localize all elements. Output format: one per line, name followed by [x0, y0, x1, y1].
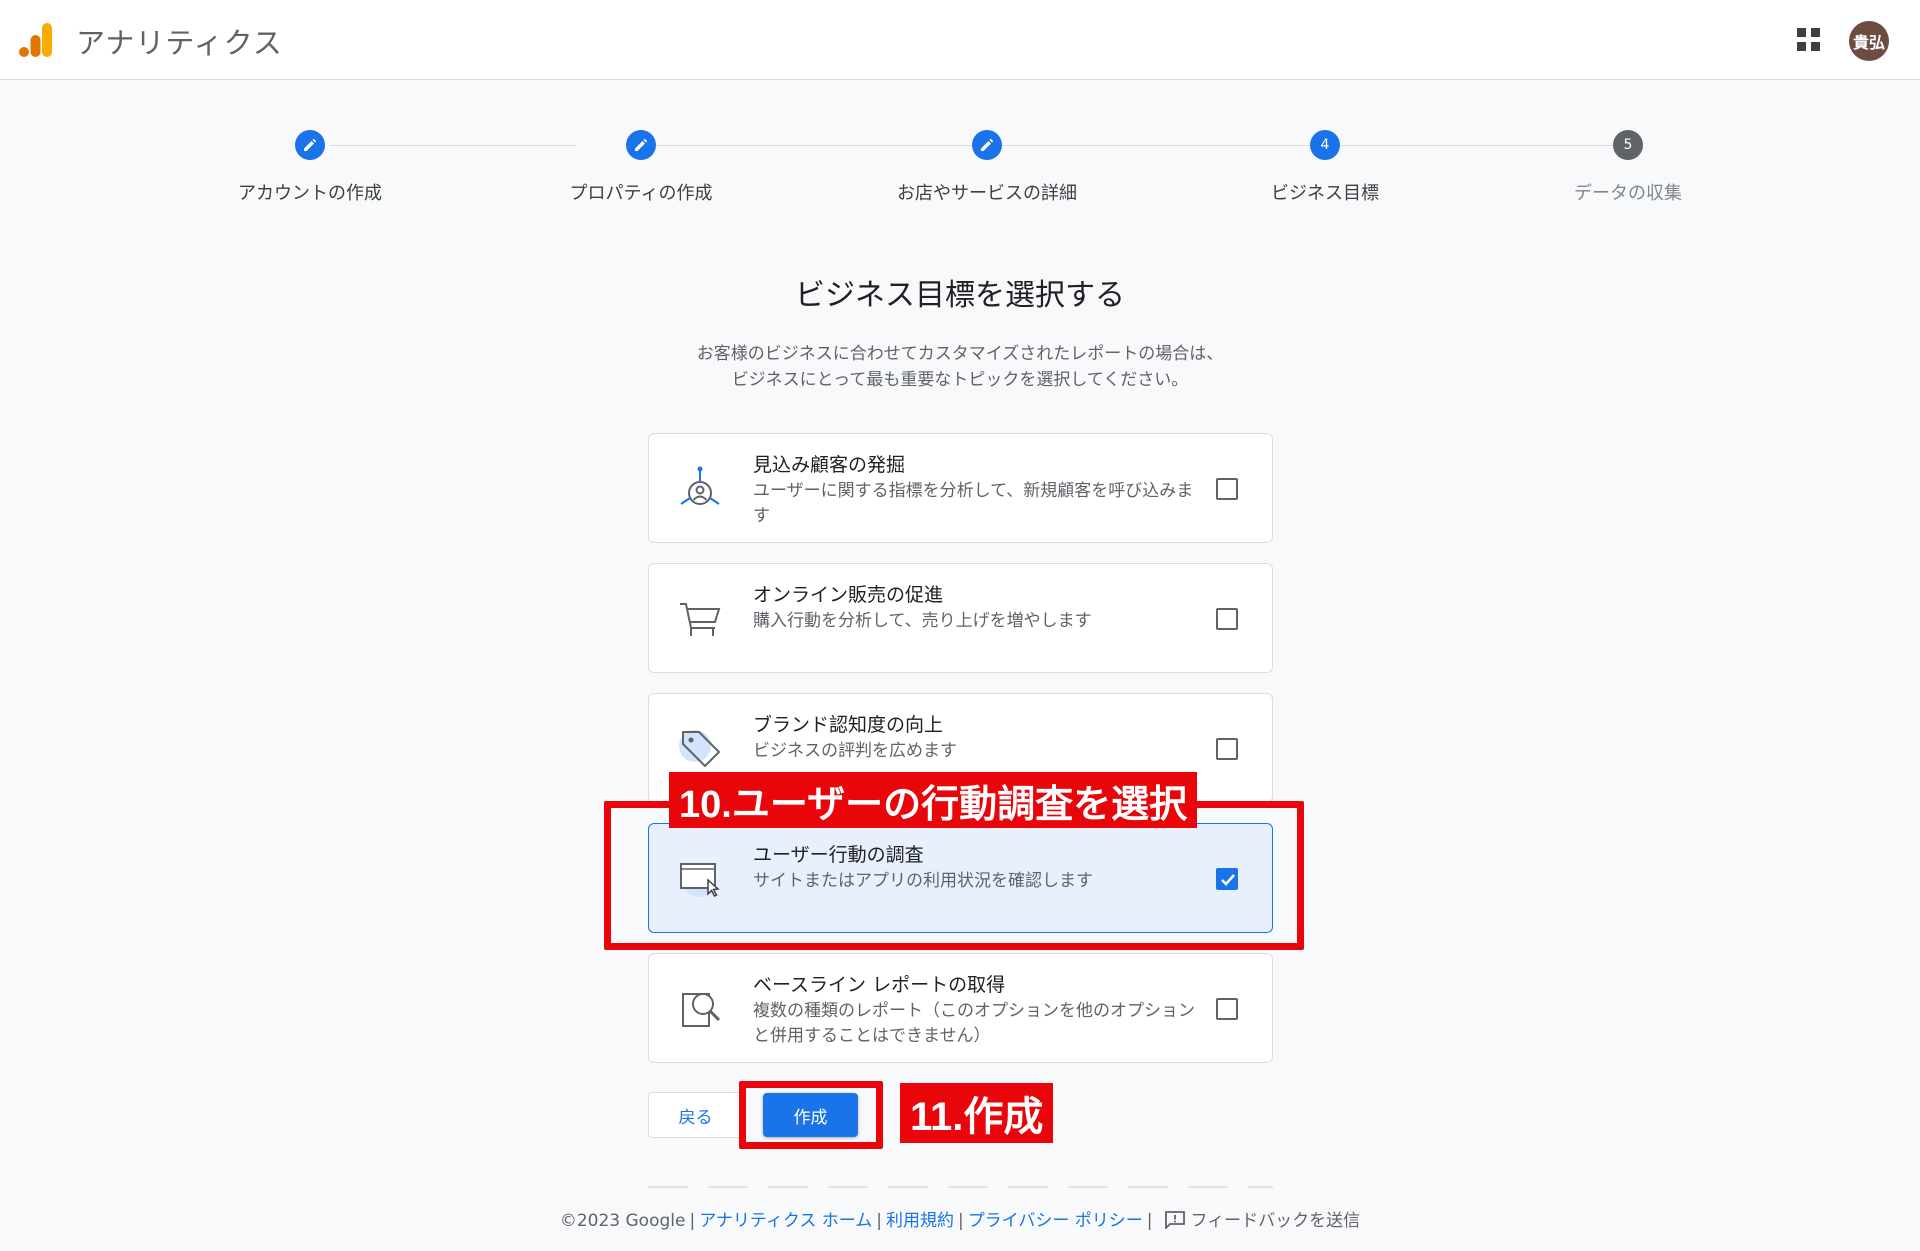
annotation-box-step11 [739, 1081, 883, 1149]
goal-title: オンライン販売の促進 [753, 584, 944, 606]
edit-pencil-icon [972, 130, 1002, 160]
report-magnifier-icon [682, 993, 721, 1027]
top-app-bar: アナリティクス 貴弘 [0, 0, 1920, 80]
copyright: ©2023 Google [559, 1211, 686, 1231]
step-label: プロパティの作成 [569, 183, 713, 204]
stepper-connector [656, 145, 972, 146]
page-title: ビジネス目標を選択する [795, 278, 1125, 313]
goal-description: 複数の種類のレポート（このオプションを他のオプションと併用することはできません） [753, 1001, 1195, 1046]
feedback-icon[interactable] [1164, 1211, 1185, 1229]
app-title: アナリティクス [76, 26, 283, 60]
stepper-connector [330, 145, 577, 146]
goal-title: ベースライン レポートの取得 [753, 974, 1006, 996]
annotation-label-step11: 11.作成 [900, 1083, 1054, 1143]
footer-link-analytics-home[interactable]: アナリティクス ホーム [699, 1211, 872, 1231]
shopping-cart-icon [680, 603, 721, 636]
edit-pencil-icon [626, 130, 656, 160]
edit-pencil-icon [295, 130, 325, 160]
goal-description: 購入行動を分析して、売り上げを増やします [753, 611, 1092, 631]
goal-title: ブランド認知度の向上 [753, 714, 944, 736]
goal-checkbox[interactable] [1216, 608, 1238, 630]
page-subtitle: お客様のビジネスに合わせてカスタマイズされたレポートの場合は、 ビジネスにとって… [696, 344, 1224, 390]
goal-checkbox[interactable] [1216, 998, 1238, 1020]
goal-checkbox[interactable] [1216, 478, 1238, 500]
analytics-logo-icon[interactable] [19, 22, 53, 58]
annotation-label-step10: 10.ユーザーの行動調査を選択 [669, 772, 1198, 828]
step-number: 4 [1310, 130, 1340, 160]
stepper-connector [1002, 145, 1310, 146]
tag-icon [679, 730, 720, 767]
goal-description: ビジネスの評判を広めます [753, 741, 957, 761]
footer-link-terms[interactable]: 利用規約 [886, 1211, 954, 1231]
lead-generation-icon [680, 466, 720, 505]
footer-feedback[interactable]: フィードバックを送信 [1191, 1211, 1361, 1231]
avatar[interactable]: 貴弘 [1849, 21, 1889, 61]
faded-content [648, 1186, 1273, 1188]
footer-link-privacy[interactable]: プライバシー ポリシー [968, 1211, 1143, 1231]
goal-card-lead-generation[interactable]: 見込み顧客の発掘 ユーザーに関する指標を分析して、新規顧客を呼び込みます [648, 433, 1273, 543]
footer: ©2023 Google | アナリティクス ホーム | 利用規約 | プライバシー ポリシ… [559, 1211, 1361, 1231]
apps-grid-icon[interactable] [1797, 28, 1821, 52]
goal-checkbox[interactable] [1216, 738, 1238, 760]
back-button[interactable]: 戻る [648, 1092, 743, 1138]
step-label: データの収集 [1574, 183, 1682, 204]
goal-description: ユーザーに関する指標を分析して、新規顧客を呼び込みます [753, 481, 1194, 526]
goal-title: 見込み顧客の発掘 [753, 454, 906, 476]
goal-card-online-sales[interactable]: オンライン販売の促進 購入行動を分析して、売り上げを増やします [648, 563, 1273, 673]
goal-card-baseline-reports[interactable]: ベースライン レポートの取得 複数の種類のレポート（このオプションを他のオプショ… [648, 953, 1273, 1063]
step-number: 5 [1613, 130, 1643, 160]
stepper-connector [1340, 145, 1618, 146]
